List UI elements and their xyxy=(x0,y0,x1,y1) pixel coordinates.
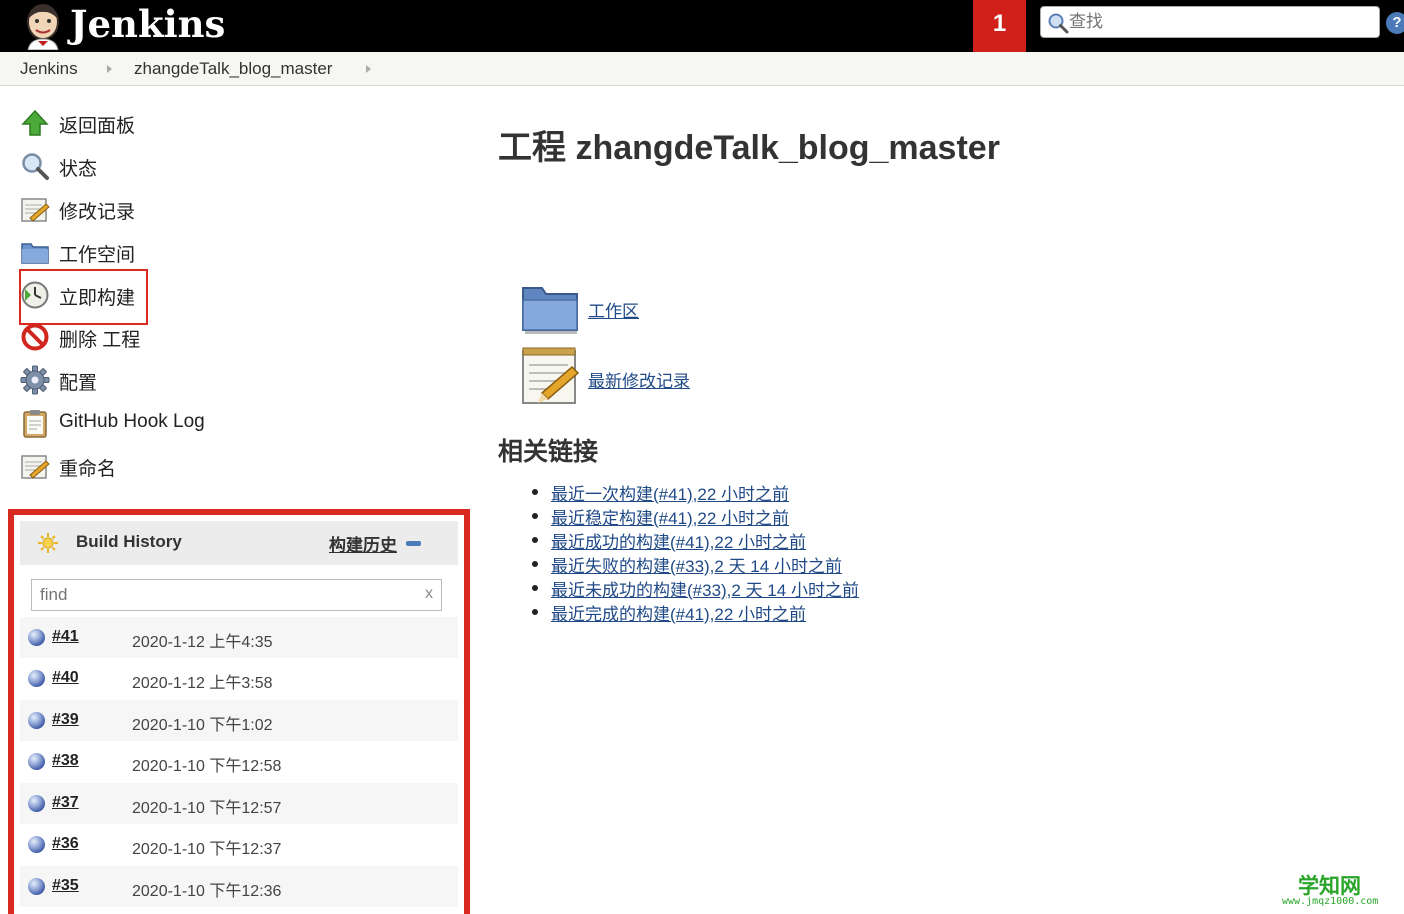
build-date[interactable]: 2020-1-12 上午4:35 xyxy=(132,628,273,652)
help-icon[interactable]: ? xyxy=(1386,12,1404,34)
search-icon xyxy=(1048,13,1069,34)
build-date[interactable]: 2020-1-10 下午12:58 xyxy=(132,752,281,776)
gear-icon xyxy=(20,365,50,395)
build-find-box: x xyxy=(31,579,442,611)
permalink-last-stable[interactable]: 最近稳定构建(#41),22 小时之前 xyxy=(551,509,789,528)
notepad-icon xyxy=(21,198,50,222)
permalink-last-unsuccessful[interactable]: 最近未成功的构建(#33),2 天 14 小时之前 xyxy=(551,581,859,600)
permalink-last-failed[interactable]: 最近失败的构建(#33),2 天 14 小时之前 xyxy=(551,557,842,576)
jenkins-butler-logo[interactable] xyxy=(20,2,66,50)
build-history-header: Build History 构建历史 xyxy=(20,521,458,565)
permalink-item: 最近稳定构建(#41),22 小时之前 xyxy=(532,504,859,528)
watermark-url: www.jmqz1000.com xyxy=(1282,896,1379,907)
blue-status-ball-icon xyxy=(28,795,45,812)
up-arrow-icon xyxy=(21,109,49,136)
blue-status-ball-icon xyxy=(28,629,45,646)
sun-weather-icon xyxy=(38,533,58,553)
build-date[interactable]: 2020-1-10 下午12:57 xyxy=(132,794,281,818)
build-number-link[interactable]: #37 xyxy=(52,794,79,812)
task-label: 重命名 xyxy=(59,459,117,480)
build-number-link[interactable]: #36 xyxy=(52,835,79,853)
notepad-icon[interactable] xyxy=(520,345,580,405)
blue-status-ball-icon xyxy=(28,878,45,895)
page-title: 工程 zhangdeTalk_blog_master xyxy=(498,129,1000,167)
notification-badge[interactable]: 1 xyxy=(973,0,1026,52)
breadcrumb-separator-icon[interactable] xyxy=(366,65,371,73)
latest-changes-link[interactable]: 最新修改记录 xyxy=(588,367,690,392)
build-date[interactable]: 2020-1-12 上午3:58 xyxy=(132,669,273,693)
related-links-heading: 相关链接 xyxy=(498,438,599,466)
task-label: GitHub Hook Log xyxy=(59,411,205,432)
build-row[interactable]: #41 2020-1-12 上午4:35 xyxy=(20,617,458,658)
permalink-last-build[interactable]: 最近一次构建(#41),22 小时之前 xyxy=(551,485,789,504)
permalink-last-completed[interactable]: 最近完成的构建(#41),22 小时之前 xyxy=(551,605,806,624)
build-date[interactable]: 2020-1-10 下午12:37 xyxy=(132,835,281,859)
clear-icon[interactable]: x xyxy=(425,585,433,603)
workspace-link[interactable]: 工作区 xyxy=(588,297,639,322)
top-header: Jenkins 1 ? xyxy=(0,0,1404,52)
blue-status-ball-icon xyxy=(28,753,45,770)
build-date[interactable]: 2020-1-10 下午12:36 xyxy=(132,877,281,901)
permalink-item: 最近成功的构建(#41),22 小时之前 xyxy=(532,528,859,552)
permalinks-list: 最近一次构建(#41),22 小时之前 最近稳定构建(#41),22 小时之前 … xyxy=(532,480,859,624)
build-row[interactable]: #40 2020-1-12 上午3:58 xyxy=(20,658,458,699)
permalink-last-successful[interactable]: 最近成功的构建(#41),22 小时之前 xyxy=(551,533,806,552)
notepad-icon xyxy=(21,455,50,479)
build-number-link[interactable]: #38 xyxy=(52,752,79,770)
search-input[interactable] xyxy=(1069,10,1369,34)
build-history-title: Build History xyxy=(76,532,182,551)
build-date[interactable]: 2020-1-10 下午1:02 xyxy=(132,711,273,735)
blue-status-ball-icon xyxy=(28,712,45,729)
folder-icon[interactable] xyxy=(520,278,580,338)
permalink-item: 最近未成功的构建(#33),2 天 14 小时之前 xyxy=(532,576,859,600)
clipboard-icon xyxy=(23,410,47,438)
no-entry-icon xyxy=(21,323,49,351)
build-number-link[interactable]: #40 xyxy=(52,669,79,687)
task-label: 删除 工程 xyxy=(59,330,141,351)
breadcrumb: Jenkins zhangdeTalk_blog_master xyxy=(0,52,1404,86)
build-row[interactable]: #38 2020-1-10 下午12:58 xyxy=(20,741,458,782)
jenkins-brand-title[interactable]: Jenkins xyxy=(70,2,225,46)
build-find-input[interactable] xyxy=(40,584,420,606)
permalink-item: 最近完成的构建(#41),22 小时之前 xyxy=(532,600,859,624)
blue-status-ball-icon xyxy=(28,836,45,853)
magnifier-icon xyxy=(22,153,49,180)
build-row[interactable]: #35 2020-1-10 下午12:36 xyxy=(20,866,458,907)
task-label: 配置 xyxy=(59,373,98,394)
breadcrumb-jenkins[interactable]: Jenkins xyxy=(20,59,78,79)
build-number-link[interactable]: #35 xyxy=(52,877,79,895)
breadcrumb-separator-icon[interactable] xyxy=(107,65,112,73)
build-now-highlight-box xyxy=(19,269,148,325)
task-label: 工作空间 xyxy=(59,245,136,266)
task-label: 返回面板 xyxy=(59,116,136,137)
task-label: 修改记录 xyxy=(59,202,136,223)
task-label: 状态 xyxy=(59,159,98,180)
permalink-item: 最近一次构建(#41),22 小时之前 xyxy=(532,480,859,504)
breadcrumb-project[interactable]: zhangdeTalk_blog_master xyxy=(134,59,332,79)
build-row[interactable]: #37 2020-1-10 下午12:57 xyxy=(20,783,458,824)
permalink-item: 最近失败的构建(#33),2 天 14 小时之前 xyxy=(532,552,859,576)
collapse-minus-icon[interactable] xyxy=(406,541,421,546)
build-number-link[interactable]: #41 xyxy=(52,628,79,646)
build-number-link[interactable]: #39 xyxy=(52,711,79,729)
build-history-trend-link[interactable]: 构建历史 xyxy=(329,531,397,556)
build-row[interactable]: #36 2020-1-10 下午12:37 xyxy=(20,824,458,865)
blue-status-ball-icon xyxy=(28,670,45,687)
folder-icon xyxy=(21,243,49,264)
build-row[interactable]: #39 2020-1-10 下午1:02 xyxy=(20,700,458,741)
search-box xyxy=(1040,6,1380,38)
